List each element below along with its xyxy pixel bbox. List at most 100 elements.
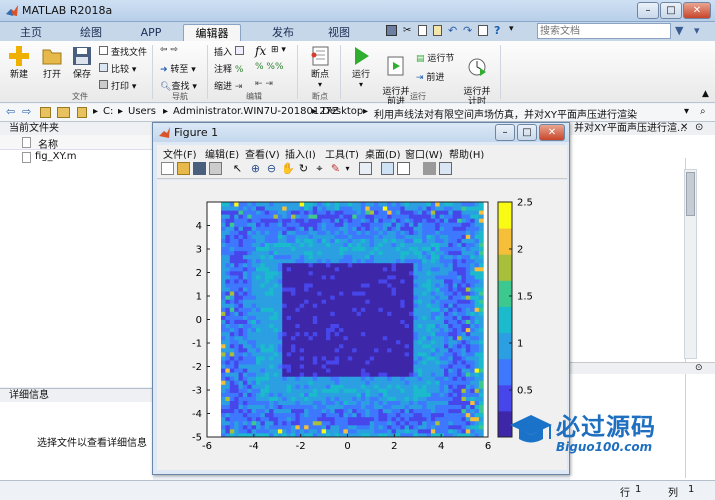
tab-publish[interactable]: 发布	[262, 24, 304, 41]
tab-editor[interactable]: 编辑器	[183, 24, 241, 41]
heatmap-cell	[439, 327, 445, 333]
heatmap-cell	[334, 384, 340, 389]
path-segment[interactable]: C:	[103, 106, 113, 117]
heatmap-cell	[461, 266, 467, 272]
heatmap-cell	[330, 299, 336, 304]
tab-home[interactable]: 主页	[10, 24, 52, 41]
filter-icon[interactable]: ▼	[675, 24, 683, 37]
heatmap-cell	[400, 396, 406, 401]
data-cursor-icon[interactable]: ⌖	[313, 162, 326, 175]
tab-apps[interactable]: APP	[130, 24, 172, 41]
comment-toggle-icons[interactable]: % %%	[255, 62, 284, 72]
heatmap-cell	[382, 356, 388, 361]
path-segment[interactable]: 利用声线法对有限空间声场仿真，并对XY平面声压进行渲染	[374, 106, 637, 121]
address-search-icon[interactable]: ⌕	[700, 106, 706, 117]
compare-button[interactable]: 比较 ▾	[99, 62, 136, 75]
smart-indent-icons[interactable]: ⇤ ⇥	[255, 79, 273, 89]
forward-icon[interactable]: ⇨	[22, 105, 31, 118]
heatmap-cell	[365, 376, 371, 381]
link-plot-icon[interactable]	[359, 162, 372, 175]
zoom-in-icon[interactable]: ⊕	[249, 162, 262, 175]
new-figure-icon[interactable]	[161, 162, 174, 175]
hide-plot-tools-icon[interactable]	[423, 162, 436, 175]
heatmap-cell	[409, 262, 414, 268]
panel-menu-icon[interactable]: ⊙	[695, 122, 703, 133]
pan-icon[interactable]: ✋	[281, 162, 295, 175]
open-file-icon[interactable]	[177, 162, 190, 175]
close-icon[interactable]: ✕	[680, 122, 688, 133]
collapse-ribbon-icon[interactable]: ▲	[702, 89, 709, 99]
file-list-header[interactable]: 名称	[0, 135, 152, 151]
heatmap-cell	[374, 412, 379, 418]
cut-icon[interactable]: ✂	[403, 25, 411, 36]
heatmap-cell	[352, 238, 357, 243]
paste-icon[interactable]	[433, 25, 442, 36]
copy-icon[interactable]	[418, 25, 427, 36]
vertical-scrollbar[interactable]	[684, 169, 697, 359]
heatmap-cell	[470, 356, 475, 361]
figure-close-button[interactable]: ✕	[539, 124, 565, 141]
minimize-button[interactable]: –	[637, 2, 659, 19]
print-figure-icon[interactable]	[209, 162, 222, 175]
figure-maximize-button[interactable]: □	[517, 124, 537, 141]
comment-button[interactable]: 注释 %	[214, 62, 243, 75]
maximize-button[interactable]: □	[660, 2, 682, 19]
heatmap-cell	[343, 222, 349, 227]
heatmap-cell	[247, 254, 253, 260]
heatmap-cell	[422, 319, 427, 324]
new-button[interactable]: 新建	[4, 45, 34, 80]
figure-minimize-button[interactable]: –	[495, 124, 515, 141]
zoom-out-icon[interactable]: ⊖	[265, 162, 278, 175]
tab-view[interactable]: 视图	[318, 24, 360, 41]
print-button[interactable]: 打印 ▾	[99, 79, 136, 92]
insert-button[interactable]: 插入	[214, 45, 245, 58]
back-forward-icons[interactable]: ⇦ ⇨	[160, 45, 178, 55]
undo-icon[interactable]: ↶	[448, 24, 457, 37]
save-figure-icon[interactable]	[193, 162, 206, 175]
heatmap-cell	[225, 376, 231, 381]
heatmap-cell	[282, 303, 287, 308]
save-quick-icon[interactable]	[386, 25, 397, 36]
find-files-button[interactable]: 查找文件	[99, 45, 147, 58]
open-button[interactable]: 打开	[38, 45, 66, 80]
file-name[interactable]: fig_XY.m	[35, 151, 77, 162]
rotate-3d-icon[interactable]: ↻	[297, 162, 310, 175]
account-icon[interactable]: ▾	[694, 24, 700, 37]
scrollbar-thumb[interactable]	[686, 172, 695, 216]
close-button[interactable]: ✕	[683, 2, 711, 19]
insert-function-icon[interactable]: fx	[255, 44, 266, 58]
up-folder-icon[interactable]	[40, 107, 51, 118]
brush-dropdown-icon[interactable]: ▾	[341, 162, 354, 175]
redo-icon[interactable]: ↷	[463, 24, 472, 37]
show-plot-tools-icon[interactable]	[439, 162, 452, 175]
switch-windows-icon[interactable]	[478, 25, 488, 36]
insert-colorbar-icon[interactable]	[381, 162, 394, 175]
heatmap-cell	[413, 250, 419, 256]
pointer-icon[interactable]: ↖	[231, 162, 244, 175]
path-segment[interactable]: Users	[128, 106, 156, 117]
more-insert-dropdown-icon[interactable]: ⊞ ▾	[271, 45, 286, 55]
help-icon[interactable]: ?	[494, 24, 500, 37]
breakpoints-button[interactable]: 断点 ▾	[304, 45, 336, 90]
command-window-menu-icon[interactable]: ⊙	[695, 363, 703, 373]
heatmap-cell	[269, 323, 274, 329]
browse-folder-icon[interactable]	[57, 107, 70, 118]
advance-button[interactable]: ⇥ 前进	[416, 70, 444, 83]
search-documentation-input[interactable]	[537, 23, 671, 39]
heatmap-cell	[339, 327, 344, 333]
run-and-time-button[interactable]: 运行并 计时	[460, 45, 494, 107]
quick-access-dropdown-icon[interactable]: ▾	[509, 24, 514, 34]
run-section-button[interactable]: ▤ 运行节	[416, 51, 454, 64]
save-button[interactable]: 保存	[68, 45, 96, 80]
goto-button[interactable]: ➜ 转至 ▾	[160, 62, 196, 75]
address-dropdown-icon[interactable]: ▾	[684, 106, 689, 117]
name-column-header[interactable]: 名称	[38, 136, 58, 151]
back-icon[interactable]: ⇦	[6, 105, 15, 118]
heatmap-cell	[273, 311, 279, 316]
figure-title-bar[interactable]: Figure 1 – □ ✕	[153, 123, 569, 142]
run-button[interactable]: 运行 ▾	[346, 45, 376, 90]
path-segment[interactable]: Desktop	[322, 106, 363, 117]
tab-plots[interactable]: 绘图	[70, 24, 112, 41]
insert-legend-icon[interactable]	[397, 162, 410, 175]
list-item[interactable]: fig_XY.m	[0, 150, 152, 165]
